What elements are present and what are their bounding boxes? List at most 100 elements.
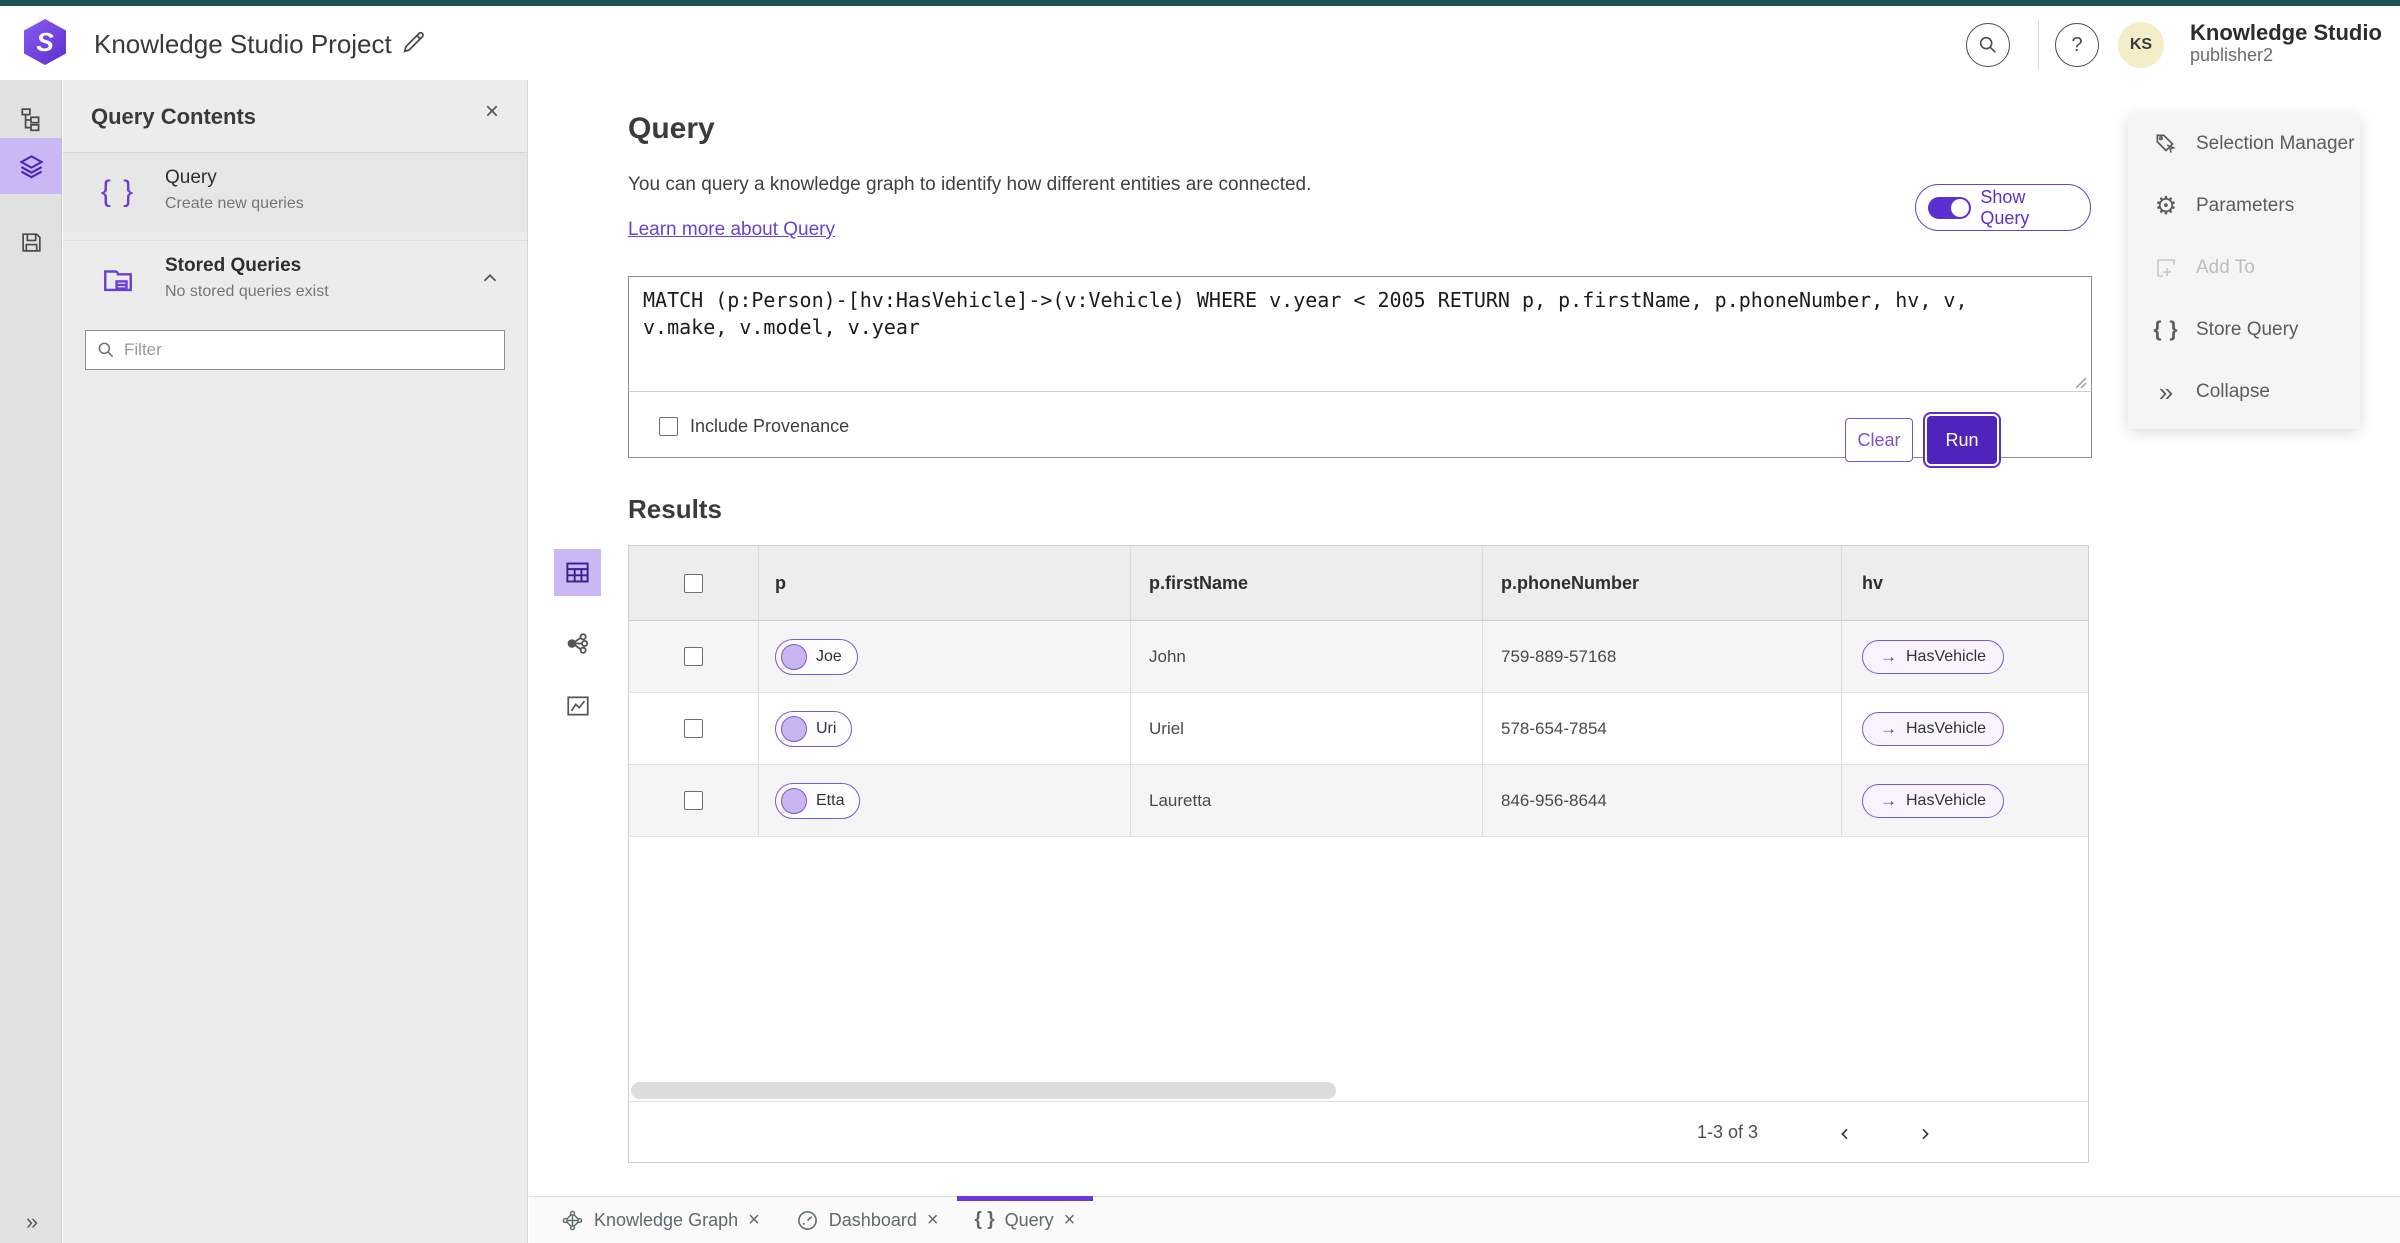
pagination-label: 1-3 of 3 [1696, 1122, 1758, 1142]
tab-knowledge-graph[interactable]: Knowledge Graph × [543, 1197, 778, 1243]
filter-input[interactable] [124, 340, 494, 360]
braces-icon: { } [100, 175, 136, 208]
store-query-button[interactable]: { } Store Query [2128, 299, 2360, 361]
node-dot-icon [781, 643, 807, 670]
edit-title-icon[interactable] [400, 28, 428, 56]
graph-view-button[interactable] [554, 620, 601, 667]
search-icon [96, 340, 116, 360]
query-contents-panel: Query Contents × { } Query Create new qu… [63, 80, 528, 1243]
arrow-right-icon: → [1880, 647, 1897, 666]
select-all-checkbox[interactable] [684, 573, 703, 593]
collapse-button[interactable]: » Collapse [2128, 361, 2360, 423]
horizontal-scrollbar[interactable] [631, 1082, 1336, 1099]
selection-manager-button[interactable]: Selection Manager [2128, 113, 2360, 175]
table-row[interactable]: Joe John 759-889-57168 → HasVehicle [629, 621, 2088, 693]
toggle-knob [1951, 198, 1970, 217]
resize-handle-icon[interactable] [2073, 375, 2087, 389]
cell-phonenumber: 759-889-57168 [1501, 646, 1617, 666]
include-provenance-label: Include Provenance [690, 416, 850, 436]
tab-dashboard[interactable]: Dashboard × [778, 1197, 957, 1243]
collapse-icon: » [2158, 377, 2174, 407]
query-item-subtitle: Create new queries [165, 195, 304, 212]
table-row[interactable]: Uri Uriel 578-654-7854 → HasVehicle [629, 693, 2088, 765]
arrow-right-icon: → [1880, 791, 1897, 810]
row-checkbox[interactable] [684, 719, 703, 738]
help-button[interactable]: ? [2055, 23, 2099, 67]
add-to-icon [2152, 256, 2180, 280]
tab-query[interactable]: { } Query × [956, 1196, 1094, 1243]
panel-item-stored-queries[interactable]: Stored Queries No stored queries exist [63, 240, 527, 318]
panel-title: Query Contents [91, 104, 257, 129]
results-heading: Results [628, 494, 722, 524]
parameters-button[interactable]: ⚙ Parameters [2128, 175, 2360, 237]
query-description: You can query a knowledge graph to ident… [628, 174, 1312, 195]
clear-button[interactable]: Clear [1845, 418, 1913, 462]
expand-rail-button[interactable]: » [0, 1209, 62, 1235]
previous-page-button[interactable] [1827, 1116, 1863, 1152]
braces-icon: { } [2153, 318, 2179, 341]
close-icon[interactable]: × [927, 1209, 939, 1232]
stored-queries-icon [95, 257, 141, 303]
show-query-label: Show Query [1980, 186, 2030, 228]
help-icon: ? [2071, 33, 2083, 56]
arrow-right-icon: → [1880, 719, 1897, 738]
column-header-hv[interactable]: hv [1862, 573, 1883, 594]
filter-field[interactable] [85, 330, 505, 370]
include-provenance-checkbox[interactable] [659, 417, 678, 436]
user-name: publisher2 [2190, 45, 2274, 66]
table-header-row: p p.firstName p.phoneNumber hv [629, 546, 2088, 621]
cell-phonenumber: 846-956-8644 [1501, 790, 1607, 810]
dashboard-icon [796, 1209, 819, 1232]
project-title: Knowledge Studio Project [94, 29, 392, 59]
query-editor: MATCH (p:Person)-[hv:HasVehicle]->(v:Veh… [628, 276, 2092, 464]
user-info: Knowledge Studio publisher2 [2190, 20, 2382, 66]
braces-icon: { } [974, 1209, 995, 1230]
results-table: p p.firstName p.phoneNumber hv Joe John … [628, 545, 2089, 1163]
knowledge-graph-icon [561, 1209, 584, 1232]
row-checkbox[interactable] [684, 791, 703, 810]
cell-firstname: Uriel [1149, 718, 1184, 738]
query-textarea[interactable]: MATCH (p:Person)-[hv:HasVehicle]->(v:Veh… [643, 287, 1988, 341]
row-checkbox[interactable] [684, 647, 703, 666]
close-icon[interactable]: × [485, 100, 499, 124]
run-button[interactable]: Run [1927, 416, 1997, 464]
next-page-button[interactable] [1907, 1116, 1943, 1152]
show-query-toggle[interactable]: Show Query [1915, 184, 2091, 231]
bottom-tab-bar: Knowledge Graph × Dashboard × { } Query … [529, 1196, 2400, 1243]
node-chip[interactable]: Joe [775, 638, 858, 675]
chevron-up-icon[interactable] [479, 267, 501, 289]
app-logo: S [24, 19, 66, 65]
user-avatar[interactable]: KS [2118, 22, 2164, 68]
cell-firstname: John [1149, 646, 1186, 666]
edge-chip[interactable]: → HasVehicle [1862, 783, 2005, 818]
table-row[interactable]: Etta Lauretta 846-956-8644 → HasVehicle [629, 765, 2088, 837]
table-view-button[interactable] [554, 549, 601, 596]
cell-phonenumber: 578-654-7854 [1501, 718, 1607, 738]
stored-queries-title: Stored Queries [165, 255, 302, 276]
selection-manager-icon [2152, 131, 2180, 157]
node-chip[interactable]: Uri [775, 710, 853, 747]
add-to-button: Add To [2128, 237, 2360, 299]
query-actions-menu: Selection Manager ⚙ Parameters Add To { … [2128, 113, 2360, 429]
stored-queries-subtitle: No stored queries exist [165, 283, 329, 300]
column-header-p[interactable]: p [775, 573, 786, 594]
edge-chip[interactable]: → HasVehicle [1862, 711, 2005, 746]
node-chip[interactable]: Etta [775, 782, 861, 819]
toggle-track[interactable] [1928, 196, 1972, 219]
panel-item-query[interactable]: { } Query Create new queries [63, 153, 527, 232]
search-button[interactable] [1966, 23, 2010, 67]
close-icon[interactable]: × [748, 1209, 760, 1232]
node-dot-icon [781, 715, 807, 742]
cell-firstname: Lauretta [1149, 790, 1212, 810]
node-dot-icon [781, 787, 807, 814]
column-header-firstname[interactable]: p.firstName [1149, 573, 1248, 594]
column-header-phonenumber[interactable]: p.phoneNumber [1501, 573, 1639, 594]
chart-view-button[interactable] [554, 682, 601, 729]
brand-name: Knowledge Studio [2190, 20, 2382, 45]
close-icon[interactable]: × [1064, 1209, 1076, 1232]
layers-icon[interactable] [0, 138, 62, 194]
save-icon[interactable] [0, 214, 62, 270]
edge-chip[interactable]: → HasVehicle [1862, 639, 2005, 674]
learn-more-link[interactable]: Learn more about Query [628, 219, 835, 241]
query-footer: Include Provenance Clear Run [629, 391, 2091, 464]
